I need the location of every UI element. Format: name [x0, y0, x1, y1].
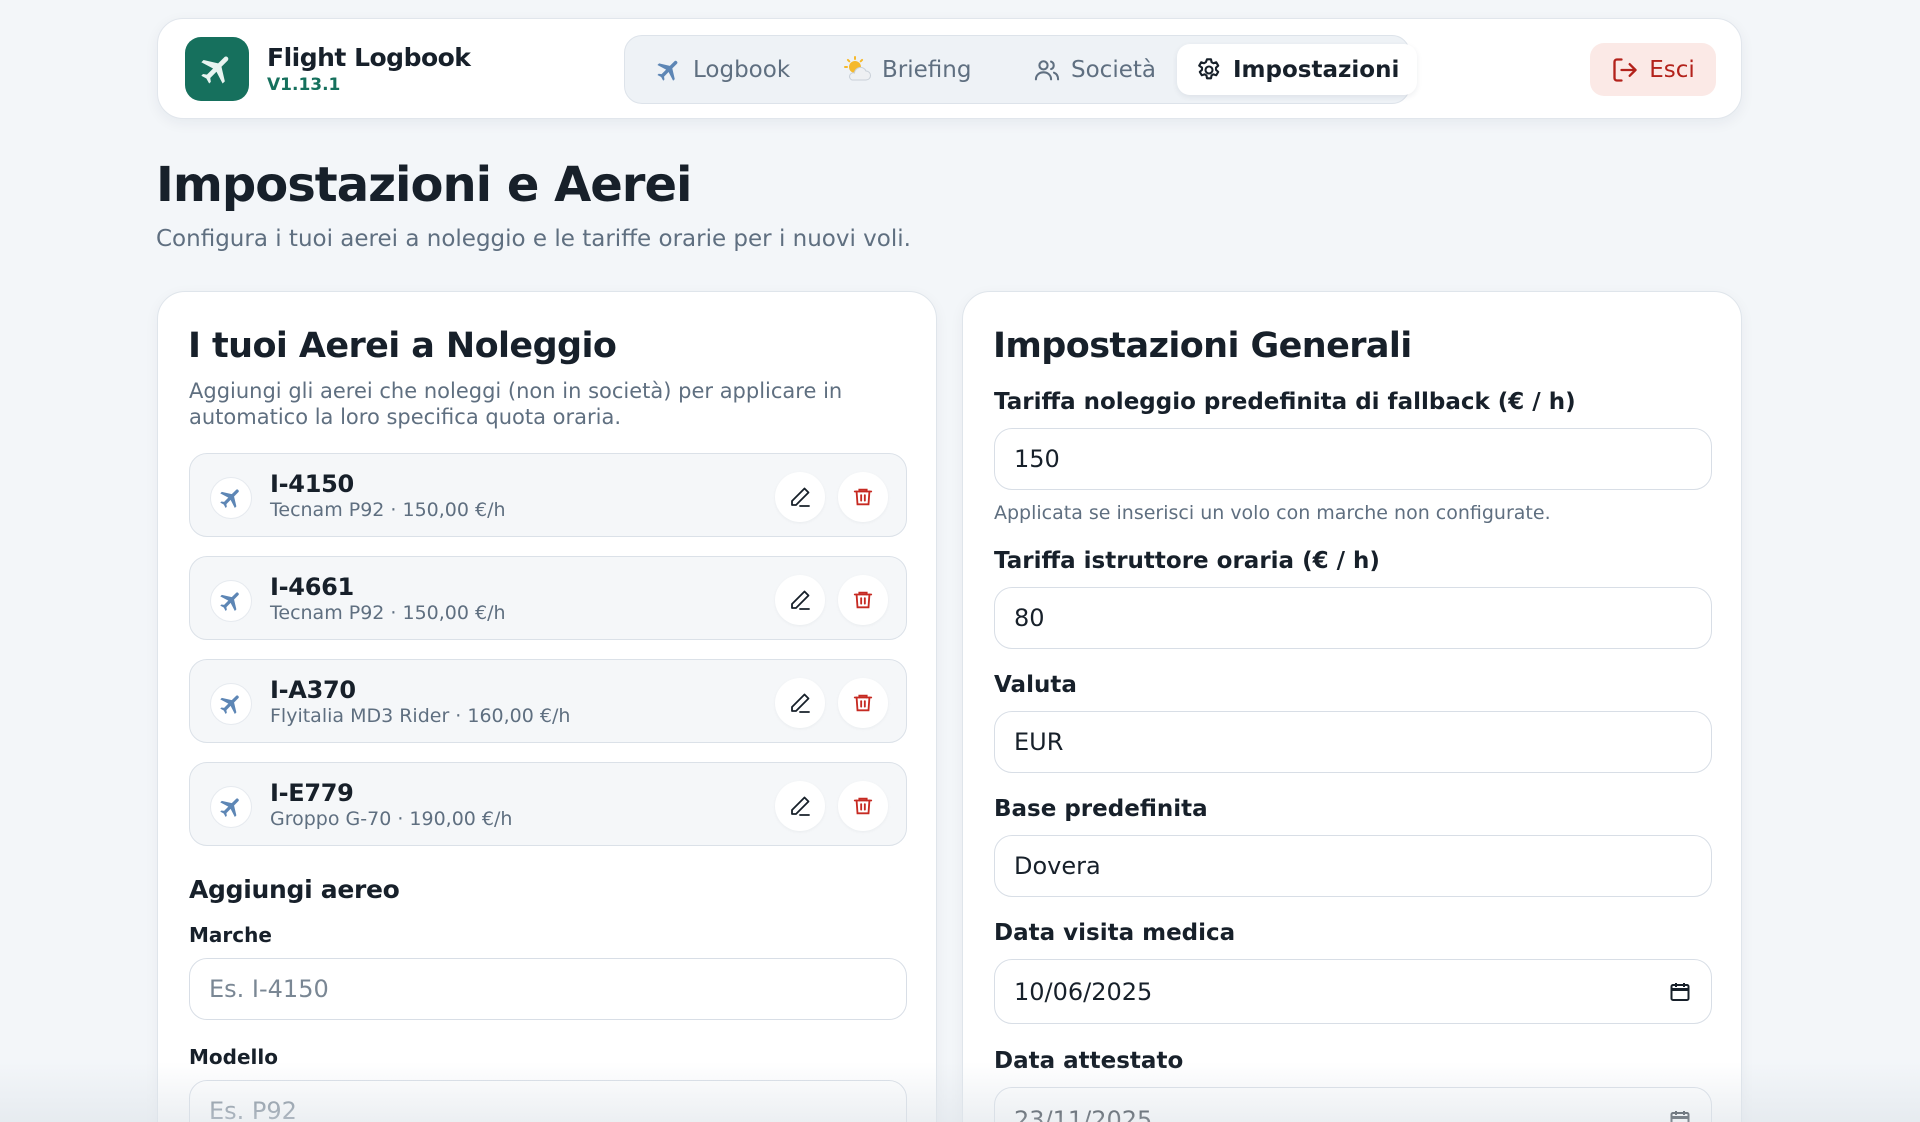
pencil-icon: [791, 487, 810, 507]
tab-societa[interactable]: Società: [1015, 44, 1174, 95]
tab-briefing[interactable]: Briefing: [826, 44, 989, 95]
fallback-rate-label: Tariffa noleggio predefinita di fallback…: [994, 389, 1576, 415]
tab-logbook[interactable]: Logbook: [637, 44, 808, 95]
users-icon: [1033, 56, 1061, 84]
calendar-icon[interactable]: [1668, 1108, 1692, 1122]
currency-label: Valuta: [994, 672, 1077, 698]
sun-cloud-icon: [844, 55, 872, 84]
trash-icon: [853, 488, 873, 506]
aircraft-item: I-4661 Tecnam P92 · 150,00 €/h: [189, 556, 907, 640]
logout-label: Esci: [1649, 56, 1695, 83]
aircraft-item: I-A370 Flyitalia MD3 Rider · 160,00 €/h: [189, 659, 907, 743]
pencil-icon: [791, 693, 810, 713]
settings-page: Flight Logbook V1.13.1 Logbook Briefing …: [0, 0, 1920, 1122]
model-label: Modello: [189, 1045, 278, 1069]
delete-aircraft-button[interactable]: [838, 781, 888, 831]
pencil-icon: [791, 590, 810, 610]
delete-aircraft-button[interactable]: [838, 575, 888, 625]
base-input[interactable]: [994, 835, 1712, 897]
airplane-icon: [210, 477, 252, 519]
registration-input[interactable]: [189, 958, 907, 1020]
gear-icon: [1195, 56, 1223, 84]
page-title: Impostazioni e Aerei: [156, 157, 692, 213]
logout-icon: [1613, 57, 1637, 82]
aircraft-item: I-E779 Groppo G-70 · 190,00 €/h: [189, 762, 907, 846]
main-nav: Logbook Briefing Società Impostazioni: [624, 35, 1418, 104]
page-subtitle: Configura i tuoi aerei a noleggio e le t…: [156, 226, 911, 252]
aircraft-registration: I-4150: [270, 470, 354, 498]
medical-date-label: Data visita medica: [994, 920, 1236, 946]
tab-impostazioni[interactable]: Impostazioni: [1177, 44, 1418, 95]
model-input[interactable]: [189, 1080, 907, 1122]
aircraft-details: Flyitalia MD3 Rider · 160,00 €/h: [270, 705, 571, 727]
edit-aircraft-button[interactable]: [775, 678, 825, 728]
app-logo: [185, 37, 249, 101]
aircraft-registration: I-E779: [270, 779, 354, 807]
logout-button[interactable]: Esci: [1590, 43, 1716, 96]
certificate-date-value: 23/11/2025: [1014, 1105, 1153, 1122]
delete-aircraft-button[interactable]: [838, 472, 888, 522]
tab-label: Società: [1071, 56, 1156, 83]
fallback-rate-hint: Applicata se inserisci un volo con march…: [994, 502, 1551, 524]
airplane-icon: [210, 683, 252, 725]
pencil-icon: [791, 796, 810, 816]
airplane-icon: [210, 786, 252, 828]
tab-label: Impostazioni: [1233, 56, 1400, 83]
aircraft-item: I-4150 Tecnam P92 · 150,00 €/h: [189, 453, 907, 537]
edit-aircraft-button[interactable]: [775, 575, 825, 625]
base-label: Base predefinita: [994, 796, 1208, 822]
trash-icon: [853, 694, 873, 712]
general-settings-title: Impostazioni Generali: [993, 326, 1412, 366]
aircraft-card: I tuoi Aerei a Noleggio Aggiungi gli aer…: [157, 291, 937, 1122]
fallback-rate-input[interactable]: [994, 428, 1712, 490]
edit-aircraft-button[interactable]: [775, 472, 825, 522]
registration-label: Marche: [189, 923, 272, 947]
aircraft-registration: I-4661: [270, 573, 354, 601]
aircraft-card-title: I tuoi Aerei a Noleggio: [188, 326, 617, 366]
certificate-date-label: Data attestato: [994, 1048, 1184, 1074]
trash-icon: [853, 797, 873, 815]
currency-input[interactable]: [994, 711, 1712, 773]
aircraft-registration: I-A370: [270, 676, 356, 704]
aircraft-details: Groppo G-70 · 190,00 €/h: [270, 808, 513, 830]
tab-label: Logbook: [693, 56, 791, 83]
delete-aircraft-button[interactable]: [838, 678, 888, 728]
aircraft-card-description: Aggiungi gli aerei che noleggi (non in s…: [189, 379, 843, 429]
certificate-date-input[interactable]: 23/11/2025: [994, 1087, 1712, 1122]
tab-label: Briefing: [882, 56, 972, 83]
aircraft-details: Tecnam P92 · 150,00 €/h: [270, 499, 506, 521]
general-settings-card: Impostazioni Generali Tariffa noleggio p…: [962, 291, 1742, 1122]
airplane-icon: [210, 580, 252, 622]
app-version: V1.13.1: [267, 75, 341, 95]
airplane-icon: [655, 56, 683, 84]
aircraft-details: Tecnam P92 · 150,00 €/h: [270, 602, 506, 624]
airplane-icon: [201, 56, 229, 84]
trash-icon: [853, 591, 873, 609]
top-header: Flight Logbook V1.13.1 Logbook Briefing …: [157, 18, 1742, 119]
medical-date-input[interactable]: 10/06/2025: [994, 959, 1712, 1024]
instructor-rate-label: Tariffa istruttore oraria (€ / h): [994, 548, 1380, 574]
medical-date-value: 10/06/2025: [1014, 977, 1153, 1006]
add-aircraft-title: Aggiungi aereo: [189, 875, 400, 904]
calendar-icon[interactable]: [1668, 980, 1692, 1004]
instructor-rate-input[interactable]: [994, 587, 1712, 649]
app-title: Flight Logbook: [267, 43, 471, 72]
edit-aircraft-button[interactable]: [775, 781, 825, 831]
